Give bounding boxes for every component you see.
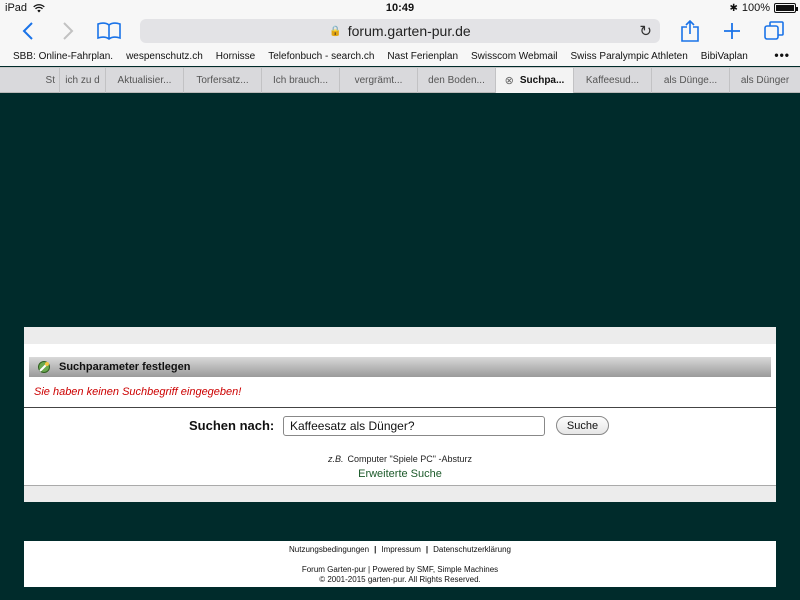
new-tab-button[interactable] xyxy=(718,18,746,44)
search-input[interactable] xyxy=(283,416,545,436)
bookmark-item[interactable]: Hornisse xyxy=(216,51,255,62)
search-example: z.B. Computer "Spiele PC" -Absturz xyxy=(24,454,776,464)
tab-label: St xyxy=(45,75,55,86)
more-icon[interactable]: ••• xyxy=(774,48,790,62)
bookmark-item[interactable]: wespenschutz.ch xyxy=(126,51,203,62)
divider xyxy=(24,407,776,408)
forward-button[interactable] xyxy=(54,18,82,44)
error-message: Sie haben keinen Suchbegriff eingegeben! xyxy=(34,386,242,398)
tab-label: Kaffeesud... xyxy=(585,75,640,86)
plus-icon xyxy=(724,23,740,39)
tab-label: Aktualisier... xyxy=(117,75,172,86)
footer-links: Nutzungsbedingungen | Impressum | Datenschut… xyxy=(24,545,776,554)
search-panel: Suchparameter festlegen Sie haben keinen… xyxy=(24,327,776,502)
footer-link-privacy[interactable]: Datenschutzerklärung xyxy=(433,545,511,554)
footer-separator: | xyxy=(425,545,429,554)
search-params-icon xyxy=(38,361,50,373)
tab[interactable]: Ich brauch... xyxy=(262,68,340,93)
tab-label: Ich brauch... xyxy=(272,75,329,86)
book-icon xyxy=(97,22,121,40)
tab[interactable]: Aktualisier... xyxy=(106,68,184,93)
bookmark-item[interactable]: Swisscom Webmail xyxy=(471,51,558,62)
tab[interactable]: ich zu d xyxy=(60,68,106,93)
close-tab-icon[interactable]: ⊗ xyxy=(505,74,514,87)
search-label: Suchen nach: xyxy=(189,418,275,433)
footer-link-terms[interactable]: Nutzungsbedingungen xyxy=(289,545,369,554)
footer-separator: | xyxy=(374,545,377,554)
tab-label: Torfersatz... xyxy=(196,75,249,86)
example-prefix: z.B. xyxy=(328,454,344,464)
chevron-left-icon xyxy=(22,22,33,40)
tab-label: Suchpa... xyxy=(519,75,565,86)
tabs-icon xyxy=(764,21,784,40)
search-button[interactable]: Suche xyxy=(556,416,609,435)
bookmark-item[interactable]: Swiss Paralympic Athleten xyxy=(571,51,688,62)
clock: 10:49 xyxy=(385,2,415,14)
reload-icon[interactable]: ↻ xyxy=(639,22,652,40)
tab[interactable]: vergrämt... xyxy=(340,68,418,93)
status-bar: iPad 10:49 ✱ 100% xyxy=(0,0,800,16)
bookmarks-bar: SBB: Online-Fahrplan. wespenschutz.ch Ho… xyxy=(0,46,800,66)
panel-bottom-strip xyxy=(24,485,776,502)
search-row: Suchen nach: Suche xyxy=(24,415,776,437)
footer-copyright: © 2001-2015 garten-pur. All Rights Reser… xyxy=(319,575,481,584)
back-button[interactable] xyxy=(14,18,42,44)
tab-label: als Dünge... xyxy=(663,75,718,86)
tab-bar: St ich zu d Aktualisier... Torfersatz...… xyxy=(0,67,800,93)
bookmark-item[interactable]: Nast Ferienplan xyxy=(387,51,458,62)
example-text: Computer "Spiele PC" -Absturz xyxy=(347,454,472,464)
tab-active[interactable]: ⊗ Suchpa... xyxy=(496,68,574,93)
footer: Nutzungsbedingungen | Impressum | Datenschut… xyxy=(24,541,776,587)
tab-label: den Boden... xyxy=(428,75,485,86)
bookmark-item[interactable]: Telefonbuch - search.ch xyxy=(268,51,374,62)
tab[interactable]: St xyxy=(0,68,60,93)
panel-heading: Suchparameter festlegen xyxy=(59,361,191,373)
lock-icon: 🔒 xyxy=(329,25,342,37)
bookmark-item[interactable]: SBB: Online-Fahrplan. xyxy=(13,51,113,62)
tab-label: ich zu d xyxy=(65,75,100,86)
url-text: forum.garten-pur.de xyxy=(347,23,471,39)
bookmarks-button[interactable] xyxy=(95,18,123,44)
bluetooth-icon: ✱ xyxy=(729,2,738,14)
tab[interactable]: als Dünge... xyxy=(652,68,730,93)
tab[interactable]: Kaffeesud... xyxy=(574,68,652,93)
footer-powered-by: Forum Garten-pur | Powered by SMF, Simpl… xyxy=(301,565,499,574)
footer-link-imprint[interactable]: Impressum xyxy=(381,545,421,554)
advanced-search-link[interactable]: Erweiterte Suche xyxy=(24,468,776,480)
bookmark-item[interactable]: BibiVaplan xyxy=(701,51,748,62)
address-bar[interactable]: 🔒 forum.garten-pur.de ↻ xyxy=(140,19,660,43)
tab[interactable]: Torfersatz... xyxy=(184,68,262,93)
tab[interactable]: den Boden... xyxy=(418,68,496,93)
battery-percent: 100% xyxy=(741,2,770,14)
tabs-overview-button[interactable] xyxy=(760,18,788,44)
battery-icon xyxy=(774,3,798,13)
chevron-right-icon xyxy=(63,22,74,40)
share-icon xyxy=(681,20,699,42)
tab-label: als Dünger xyxy=(740,75,790,86)
share-button[interactable] xyxy=(676,18,704,44)
tab[interactable]: als Dünger xyxy=(730,68,800,93)
panel-heading-bar: Suchparameter festlegen xyxy=(29,357,771,377)
browser-toolbar: 🔒 forum.garten-pur.de ↻ xyxy=(0,16,800,46)
tab-label: vergrämt... xyxy=(354,75,403,86)
panel-top-strip xyxy=(24,327,776,344)
